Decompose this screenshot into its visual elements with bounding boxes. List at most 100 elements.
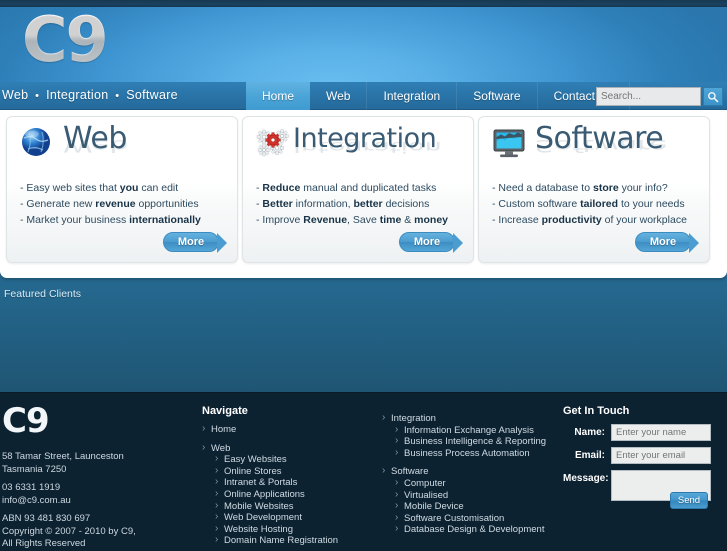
footer-logo: C9 [2,401,50,441]
email-label: Email: [574,450,605,461]
monitor-icon [493,129,525,158]
address-line-1: 58 Tamar Street, Launceston [2,451,124,462]
message-row: Message: Send [563,470,723,514]
footer-link-web[interactable]: Web [202,442,382,455]
abn-number: ABN 93 481 830 697 [2,513,91,524]
footer-link-website-hosting[interactable]: Website Hosting [202,523,382,536]
top-accent-strip [0,0,727,7]
service-card-software: Software Software - Need a database to sto… [478,116,710,263]
footer-link-integration[interactable]: Integration [382,412,562,425]
footer-link-online-applications[interactable]: Online Applications [202,488,382,501]
card-bullet: - Generate new revenue opportunities [20,198,199,210]
tagline-web: Web [2,88,29,102]
copyright-line: Copyright © 2007 - 2010 by C9, [2,525,136,537]
more-button[interactable]: More [399,232,463,253]
rights-line: All Rights Reserved [2,538,86,549]
nav-item-list: Home Web Integration Software Contact Us [246,82,630,110]
footer-link-business-intelligence-reporting[interactable]: Business Intelligence & Reporting [382,435,562,448]
card-bullet: - Improve Revenue, Save time & money [256,214,449,226]
name-label: Name: [574,427,605,438]
footer-link-spacer [202,436,382,443]
footer-nav-column-2: IntegrationInformation Exchange Analysis… [382,412,562,536]
footer-link-web-development[interactable]: Web Development [202,511,382,524]
footer-link-business-process-automation[interactable]: Business Process Automation [382,447,562,460]
card-bullet: - Reduce manual and duplicated tasks [256,182,437,194]
email-row: Email: [563,447,723,464]
contact-form: Get In Touch Name: Email: Message: Send [563,405,723,520]
card-bullet: - Easy web sites that you can edit [20,182,179,194]
tagline-software: Software [126,88,178,102]
service-card-list: Web Web - Easy web sites that you can edit… [0,116,727,263]
address-line-2: Tasmania 7250 [2,463,67,475]
card-sheen [479,163,709,177]
card-bullet: - Better information, better decisions [256,198,430,210]
footer-link-online-stores[interactable]: Online Stores [202,465,382,478]
email-address[interactable]: info@c9.com.au [2,495,136,508]
search-input[interactable] [596,87,701,106]
card-header: Software Software [479,117,709,177]
footer-address-block: 58 Tamar Street, Launceston Tasmania 725… [2,451,136,551]
footer-links-2: IntegrationInformation Exchange Analysis… [382,412,562,536]
card-title: Web [63,121,127,156]
search-box [596,87,723,106]
phone-number: 03 6331 1919 [2,482,61,493]
nav-item-software[interactable]: Software [457,82,538,110]
card-bullet: - Custom software tailored to your needs [492,198,685,210]
nav-item-web[interactable]: Web [310,82,368,110]
service-card-web: Web Web - Easy web sites that you can edit… [6,116,238,263]
globe-icon [22,128,50,156]
search-icon [708,91,719,102]
card-bullet-list: - Reduce manual and duplicated tasks - Be… [256,180,448,228]
footer-link-information-exchange-analysis[interactable]: Information Exchange Analysis [382,424,562,437]
card-sheen [7,163,237,177]
card-bullet: - Market your business internationally [20,214,201,226]
message-label: Message: [563,473,609,484]
featured-clients-heading: Featured Clients [4,288,82,300]
globe-icon [19,126,55,162]
card-bullet-list: - Need a database to store your info? - C… [492,180,687,228]
email-field[interactable] [611,447,711,464]
site-logo: C9 [22,7,109,76]
footer-link-virtualised[interactable]: Virtualised [382,489,562,502]
more-button[interactable]: More [163,232,227,253]
card-header: Integration Integration [243,117,473,177]
footer-link-database-design-development[interactable]: Database Design & Development [382,523,562,536]
footer-link-software-customisation[interactable]: Software Customisation [382,512,562,525]
footer-link-home[interactable]: Home [202,423,382,436]
search-button[interactable] [703,87,723,106]
footer-link-software[interactable]: Software [382,465,562,478]
card-sheen [243,163,473,177]
card-title: Software [535,121,664,156]
monitor-icon [491,126,527,162]
card-header: Web Web [7,117,237,177]
more-button[interactable]: More [635,232,699,253]
gears-icon [255,126,291,162]
navigate-heading: Navigate [202,405,248,417]
footer-link-mobile-device[interactable]: Mobile Device [382,500,562,513]
message-wrap: Send [611,470,711,514]
tagline-sep-2: • [115,90,120,102]
site-footer: C9 58 Tamar Street, Launceston Tasmania … [0,392,727,549]
name-field[interactable] [611,424,711,441]
footer-link-spacer [382,459,562,466]
site-header: C9 [0,7,727,85]
tagline-integration: Integration [46,88,109,102]
nav-item-home[interactable]: Home [246,82,311,110]
card-bullet: - Need a database to store your info? [492,182,668,194]
gears-icon [256,129,289,157]
footer-link-mobile-websites[interactable]: Mobile Websites [202,500,382,513]
footer-nav-column-1: Navigate Home WebEasy WebsitesOnline Stor… [202,405,382,547]
nav-item-integration[interactable]: Integration [367,82,458,110]
footer-link-domain-name-registration[interactable]: Domain Name Registration [202,534,382,547]
get-in-touch-heading: Get In Touch [563,405,630,417]
site-tagline: Web • Integration • Software [2,88,178,102]
footer-link-intranet-portals[interactable]: Intranet & Portals [202,476,382,489]
card-title: Integration [293,123,437,154]
footer-link-easy-websites[interactable]: Easy Websites [202,453,382,466]
footer-link-computer[interactable]: Computer [382,477,562,490]
card-bullet: - Increase productivity of your workplac… [492,214,687,226]
name-row: Name: [563,424,723,441]
footer-links-1: Home WebEasy WebsitesOnline StoresIntrane… [202,423,382,547]
page-body: Web Web - Easy web sites that you can edit… [0,110,727,392]
send-button[interactable]: Send [670,492,708,509]
